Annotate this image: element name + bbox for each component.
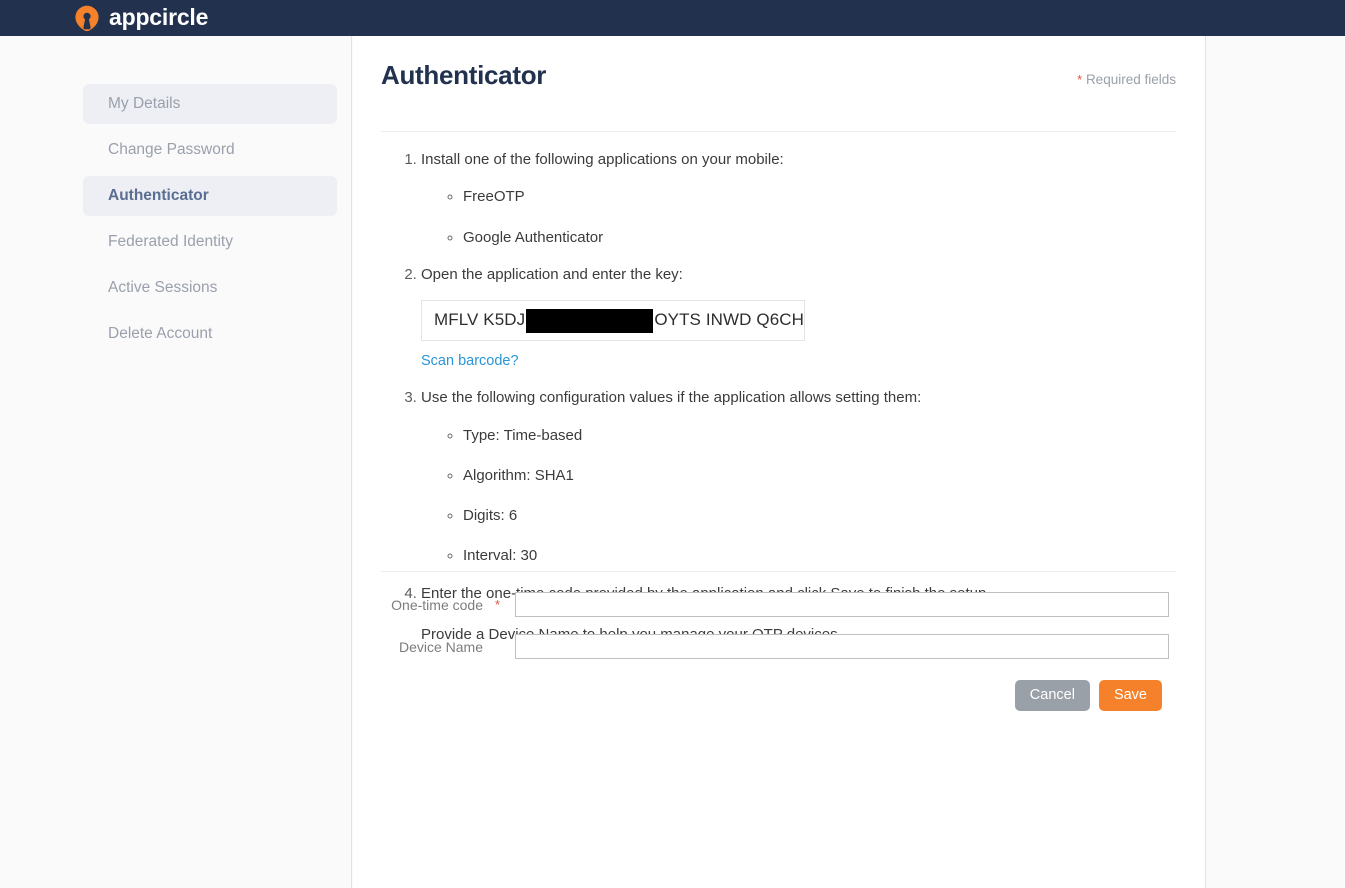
- list-item: Algorithm: SHA1: [463, 464, 1176, 487]
- appcircle-balloon-icon: [74, 5, 100, 32]
- page-title: Authenticator: [381, 60, 547, 90]
- list-item: Google Authenticator: [463, 226, 1176, 249]
- one-time-code-label: One-time code: [391, 596, 483, 613]
- required-fields-label: Required fields: [1085, 72, 1176, 87]
- list-item: Digits: 6: [463, 504, 1176, 527]
- sidebar-item-label: Federated Identity: [108, 233, 233, 250]
- right-background-fill: [1207, 36, 1345, 888]
- header-divider: [381, 131, 1176, 132]
- sidebar-item-my-details[interactable]: My Details: [83, 84, 337, 124]
- step-install-apps: Install one of the following application…: [421, 148, 1176, 249]
- secret-key-redaction-bar: [526, 308, 654, 333]
- one-time-code-row: One-time code *: [381, 592, 1176, 617]
- step-text: Use the following configuration values i…: [421, 389, 922, 407]
- step-text: Open the application and enter the key:: [421, 265, 683, 283]
- form-divider: [381, 571, 1176, 572]
- brand-name: appcircle: [109, 3, 209, 30]
- list-item: Interval: 30: [463, 544, 1176, 567]
- one-time-code-input[interactable]: [515, 592, 1169, 617]
- sidebar-item-authenticator[interactable]: Authenticator: [83, 176, 337, 216]
- sidebar: My Details Change Password Authenticator…: [0, 36, 352, 888]
- secret-key-prefix: MFLV K5DJ: [434, 310, 526, 330]
- step-configuration-values: Use the following configuration values i…: [421, 386, 1176, 567]
- account-nav: My Details Change Password Authenticator…: [83, 84, 337, 360]
- save-button[interactable]: Save: [1098, 680, 1162, 711]
- device-name-label: Device Name: [398, 638, 483, 655]
- cancel-button[interactable]: Cancel: [1014, 680, 1090, 711]
- sidebar-item-change-password[interactable]: Change Password: [83, 130, 337, 170]
- sidebar-item-label: Delete Account: [108, 325, 213, 342]
- setup-steps: Install one of the following application…: [381, 148, 1176, 660]
- sidebar-item-label: Active Sessions: [108, 279, 218, 296]
- app-list: FreeOTP Google Authenticator: [421, 185, 1176, 249]
- sidebar-item-active-sessions[interactable]: Active Sessions: [83, 268, 337, 308]
- device-name-input[interactable]: [515, 634, 1169, 659]
- authenticator-page: appcircle My Details Change Password Aut…: [0, 0, 1345, 888]
- otp-form: One-time code * Device Name Cancel Save: [381, 592, 1176, 711]
- device-name-row: Device Name: [381, 634, 1176, 659]
- form-actions: Cancel Save: [381, 680, 1176, 711]
- required-fields-note: * Required fields: [1077, 72, 1176, 87]
- required-asterisk-icon: *: [1077, 72, 1083, 87]
- sidebar-item-label: Authenticator: [108, 187, 209, 204]
- config-values-list: Type: Time-based Algorithm: SHA1 Digits:…: [421, 424, 1176, 568]
- page-header: Authenticator * Required fields: [381, 60, 1176, 91]
- body-area: My Details Change Password Authenticator…: [0, 36, 1345, 888]
- step-enter-key: Open the application and enter the key: …: [421, 263, 1176, 373]
- sidebar-item-delete-account[interactable]: Delete Account: [83, 314, 337, 354]
- list-item: Type: Time-based: [463, 424, 1176, 447]
- sidebar-item-federated-identity[interactable]: Federated Identity: [83, 222, 337, 262]
- secret-key-suffix: OYTS INWD Q6CH: [654, 310, 804, 330]
- list-item: FreeOTP: [463, 185, 1176, 208]
- step-text: Install one of the following application…: [421, 151, 784, 168]
- sidebar-item-label: My Details: [108, 95, 181, 112]
- secret-key-box[interactable]: MFLV K5DJ OYTS INWD Q6CH: [421, 300, 805, 341]
- brand-logo[interactable]: appcircle: [74, 5, 208, 32]
- scan-barcode-link[interactable]: Scan barcode?: [421, 350, 519, 372]
- content-pane: Authenticator * Required fields Install …: [353, 36, 1206, 888]
- top-bar: appcircle: [0, 0, 1345, 36]
- sidebar-item-label: Change Password: [108, 141, 235, 158]
- one-time-code-required-asterisk-icon: *: [495, 597, 501, 612]
